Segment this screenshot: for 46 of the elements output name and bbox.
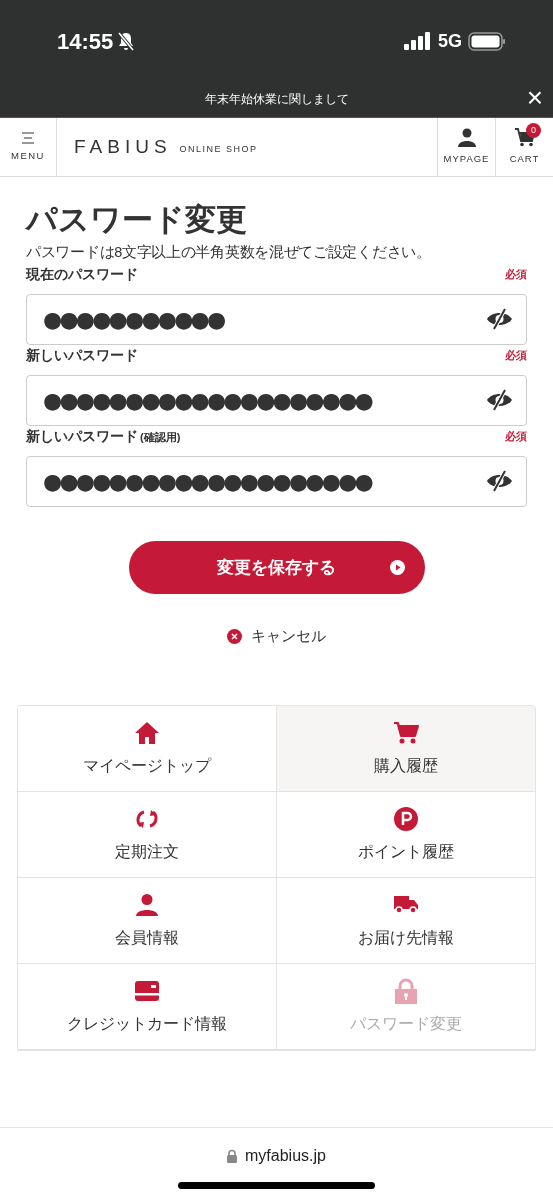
account-menu-item[interactable]: 購入履歴 bbox=[276, 706, 535, 793]
required-label: 必須 bbox=[505, 267, 527, 282]
battery-icon bbox=[468, 31, 506, 51]
clock-time: 14:55 bbox=[57, 27, 114, 56]
password-field[interactable]: ●●●●●●●●●●● bbox=[26, 293, 527, 345]
account-menu-item[interactable]: 定期注文 bbox=[18, 792, 277, 879]
field-label: 新しいパスワード(確認用) bbox=[26, 426, 181, 446]
cart-button[interactable]: CART 0 bbox=[495, 118, 553, 176]
hide-password-icon[interactable] bbox=[486, 388, 513, 411]
play-icon bbox=[389, 559, 405, 575]
page-title: パスワード変更 bbox=[26, 201, 248, 239]
lock-icon bbox=[394, 977, 417, 1004]
address-field[interactable]: myfabius.jp bbox=[227, 1144, 326, 1168]
password-field[interactable]: ●●●●●●●●●●●●●●●●●●●● bbox=[26, 374, 527, 426]
announcement-link[interactable]: 年末年始休業に関しまして bbox=[204, 89, 349, 108]
lock-icon bbox=[227, 1149, 238, 1163]
cart-count-badge: 0 bbox=[526, 123, 541, 138]
network-label: 5G bbox=[438, 29, 462, 53]
truck-icon bbox=[393, 895, 418, 914]
account-menu-item[interactable]: 会員情報 bbox=[18, 878, 277, 965]
required-label: 必須 bbox=[505, 429, 527, 444]
required-label: 必須 bbox=[505, 348, 527, 363]
field-label: 現在のパスワード bbox=[26, 264, 138, 284]
hide-password-icon[interactable] bbox=[486, 469, 513, 492]
account-menu-item[interactable]: クレジットカード情報 bbox=[18, 964, 277, 1051]
cancel-link[interactable]: キャンセル bbox=[227, 624, 326, 648]
menu-button[interactable]: MENU bbox=[0, 118, 57, 176]
account-menu-item[interactable]: マイページトップ bbox=[18, 706, 277, 793]
close-icon bbox=[227, 628, 242, 644]
close-button[interactable]: × bbox=[526, 86, 543, 110]
cart-icon bbox=[392, 720, 419, 745]
menu-icon bbox=[21, 130, 35, 145]
save-button[interactable]: 変更を保存する bbox=[128, 540, 425, 594]
home-icon bbox=[133, 720, 160, 745]
hide-password-icon[interactable] bbox=[486, 307, 513, 330]
signal-icon bbox=[404, 32, 432, 50]
description-text: パスワードは8文字以上の半角英数を混ぜてご設定ください。 bbox=[26, 243, 432, 262]
muted-bell-icon bbox=[117, 31, 136, 51]
field-label: 新しいパスワード bbox=[26, 345, 138, 365]
logo[interactable]: FABIUS ONLINE SHOP bbox=[57, 118, 437, 176]
credit-card-icon bbox=[134, 980, 159, 1001]
password-field[interactable]: ●●●●●●●●●●●●●●●●●●●● bbox=[26, 455, 527, 507]
person-icon bbox=[457, 127, 476, 147]
mypage-button[interactable]: MYPAGE bbox=[437, 118, 495, 176]
points-icon bbox=[393, 806, 418, 831]
person-icon bbox=[134, 892, 159, 917]
